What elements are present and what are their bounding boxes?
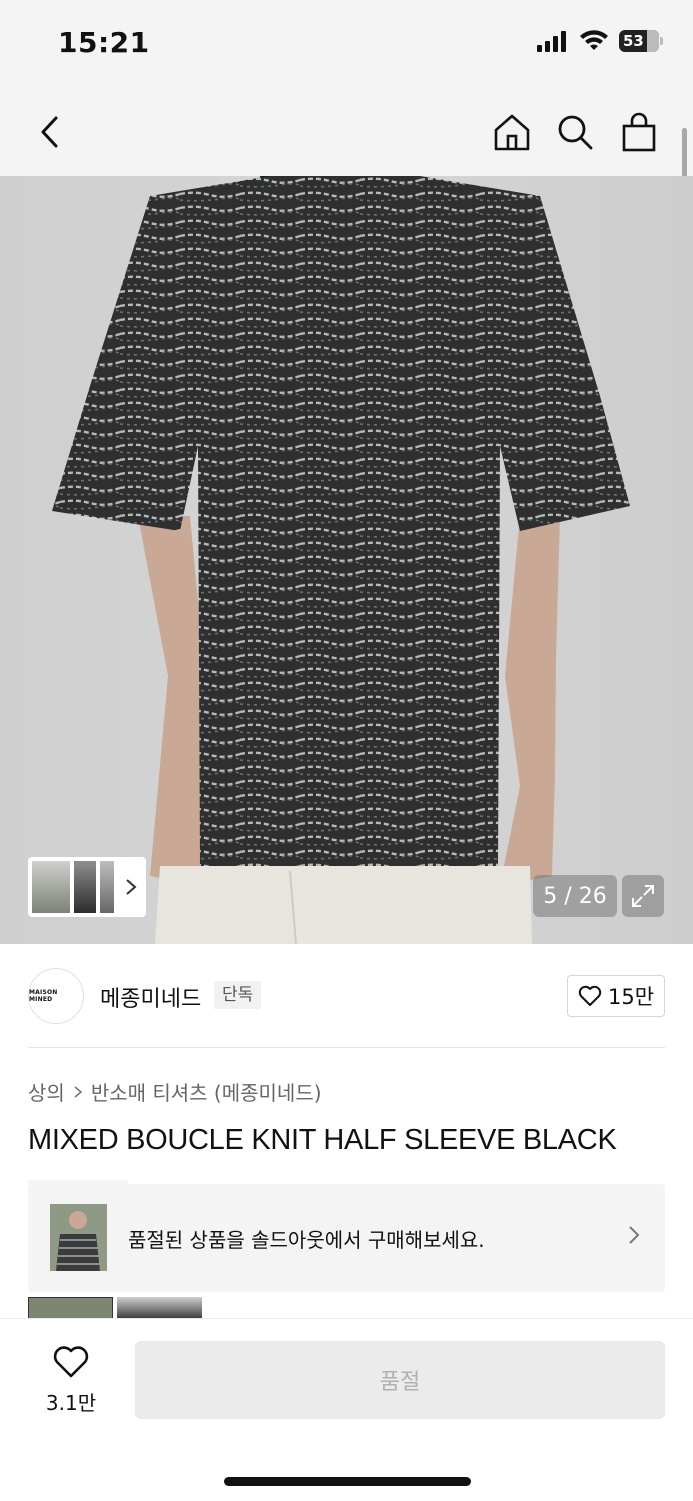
image-counter: 5 / 26 xyxy=(533,875,617,917)
thumbnail-2[interactable] xyxy=(74,861,96,913)
brand-row[interactable]: MAISON MINED 메종미네드 단독 15만 xyxy=(28,968,665,1024)
gallery-thumbnail-strip[interactable] xyxy=(28,857,146,917)
soldout-button[interactable]: 품절 xyxy=(135,1341,665,1419)
brand-like-button[interactable]: 15만 xyxy=(567,975,665,1017)
promo-text: 품절된 상품을 솔드아웃에서 구매해보세요. xyxy=(128,1228,485,1252)
home-button[interactable] xyxy=(488,108,536,156)
status-bar: 15:21 53 xyxy=(0,0,693,88)
breadcrumb: 상의 반소매 티셔츠 (메종미네드) xyxy=(28,1077,322,1106)
exclusive-badge: 단독 xyxy=(214,981,262,1009)
bottom-action-bar: 3.1만 품절 xyxy=(0,1318,693,1501)
brand-logo[interactable]: MAISON MINED xyxy=(28,968,84,1024)
wishlist-count: 3.1만 xyxy=(45,1391,97,1415)
expand-icon xyxy=(632,885,654,907)
thumbnail-1[interactable] xyxy=(32,861,70,913)
product-photo xyxy=(52,176,630,944)
shopping-bag-icon xyxy=(622,112,656,152)
wishlist-button[interactable]: 3.1만 xyxy=(44,1345,98,1416)
chevron-right-icon xyxy=(74,1085,83,1098)
cart-button[interactable] xyxy=(615,108,663,156)
status-icons: 53 xyxy=(537,30,663,52)
chevron-left-icon xyxy=(41,116,58,148)
wifi-icon xyxy=(580,30,608,50)
battery-level: 53 xyxy=(623,32,644,50)
signal-icon xyxy=(537,31,566,52)
divider xyxy=(28,1047,665,1048)
related-thumbnail-2[interactable] xyxy=(117,1297,202,1319)
brand-name[interactable]: 메종미네드 xyxy=(100,981,201,1013)
breadcrumb-subcategory[interactable]: 반소매 티셔츠 (메종미네드) xyxy=(91,1077,322,1106)
thumbnail-3[interactable] xyxy=(100,861,114,913)
search-icon xyxy=(558,115,593,150)
home-indicator[interactable] xyxy=(224,1477,471,1486)
back-button[interactable] xyxy=(26,108,74,156)
breadcrumb-category[interactable]: 상의 xyxy=(28,1077,65,1106)
expand-button[interactable] xyxy=(622,875,664,917)
promo-thumbnail xyxy=(50,1204,107,1271)
brand-like-count: 15만 xyxy=(607,985,655,1009)
chevron-right-icon xyxy=(629,1226,640,1244)
heart-icon xyxy=(578,985,602,1006)
related-thumbnails xyxy=(28,1297,202,1319)
status-time: 15:21 xyxy=(58,26,150,59)
home-icon xyxy=(494,114,530,151)
search-button[interactable] xyxy=(551,108,599,156)
product-image[interactable] xyxy=(0,176,693,944)
heart-icon xyxy=(53,1346,89,1378)
battery-icon: 53 xyxy=(619,30,663,52)
soldout-promo-banner[interactable]: 품절된 상품을 솔드아웃에서 구매해보세요. xyxy=(28,1184,665,1292)
related-thumbnail-1[interactable] xyxy=(28,1297,113,1319)
chevron-right-icon xyxy=(126,879,137,895)
product-title: MIXED BOUCLE KNIT HALF SLEEVE BLACK xyxy=(28,1124,617,1156)
top-nav-bar xyxy=(0,88,693,176)
